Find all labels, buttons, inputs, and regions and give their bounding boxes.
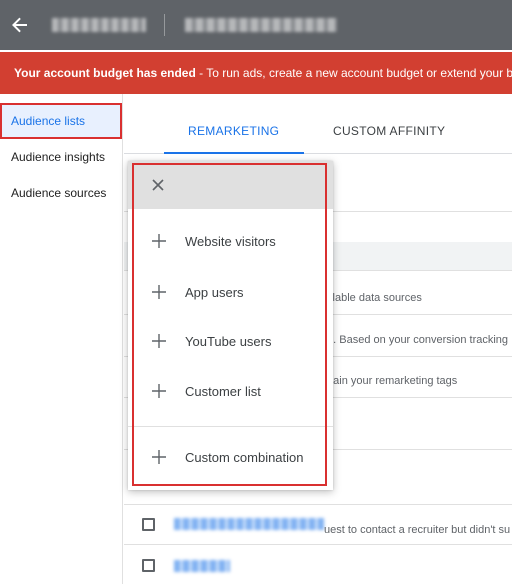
budget-alert-banner: Your account budget has ended - To run a… <box>0 52 512 94</box>
sidebar-item-audience-sources[interactable]: Audience sources <box>0 175 122 211</box>
sidebar-item-audience-lists[interactable]: Audience lists <box>0 103 122 139</box>
active-tab-indicator <box>164 152 304 154</box>
plus-icon <box>152 384 166 398</box>
appbar-divider <box>164 14 165 36</box>
plus-icon <box>152 285 166 299</box>
menu-item-website-visitors[interactable]: Website visitors <box>128 219 333 263</box>
plus-icon <box>152 234 166 248</box>
sidebar: Audience lists Audience insights Audienc… <box>0 94 123 584</box>
menu-item-app-users[interactable]: App users <box>128 270 333 314</box>
banner-text: - To run ads, create a new account budge… <box>195 66 512 80</box>
menu-close-button[interactable] <box>128 161 333 209</box>
close-icon <box>152 179 164 191</box>
page-title-redacted <box>185 18 337 32</box>
menu-item-label: YouTube users <box>185 333 272 349</box>
list-name-link-redacted[interactable] <box>174 518 324 530</box>
plus-icon <box>152 334 166 348</box>
divider <box>124 544 512 545</box>
menu-item-label: Custom combination <box>185 449 304 465</box>
menu-item-custom-combination[interactable]: Custom combination <box>128 435 333 479</box>
tab-bar: REMARKETING CUSTOM AFFINITY <box>124 94 512 154</box>
tab-remarketing[interactable]: REMARKETING <box>188 124 279 138</box>
back-button[interactable] <box>0 0 40 50</box>
row-description: ntain your remarketing tags <box>324 375 458 387</box>
banner-bold-text: Your account budget has ended <box>14 66 196 80</box>
tab-custom-affinity[interactable]: CUSTOM AFFINITY <box>333 124 445 138</box>
top-app-bar <box>0 0 512 50</box>
menu-divider <box>128 426 333 427</box>
row-checkbox[interactable] <box>142 518 155 531</box>
menu-item-label: Customer list <box>185 383 261 399</box>
divider <box>124 504 512 505</box>
add-audience-menu: Website visitors App users YouTube users… <box>128 161 333 490</box>
plus-icon <box>152 450 166 464</box>
menu-item-label: App users <box>185 284 244 300</box>
list-name-link-redacted[interactable] <box>174 560 230 572</box>
menu-item-label: Website visitors <box>185 233 276 249</box>
sidebar-item-audience-insights[interactable]: Audience insights <box>0 139 122 175</box>
row-description: uest to contact a recruiter but didn't s… <box>324 524 511 536</box>
arrow-left-icon <box>12 17 27 33</box>
row-description: te. Based on your conversion tracking <box>324 334 509 346</box>
row-checkbox[interactable] <box>142 559 155 572</box>
menu-item-customer-list[interactable]: Customer list <box>128 369 333 413</box>
row-description: ailable data sources <box>324 292 422 304</box>
account-name-redacted <box>52 18 146 32</box>
menu-item-youtube-users[interactable]: YouTube users <box>128 319 333 363</box>
